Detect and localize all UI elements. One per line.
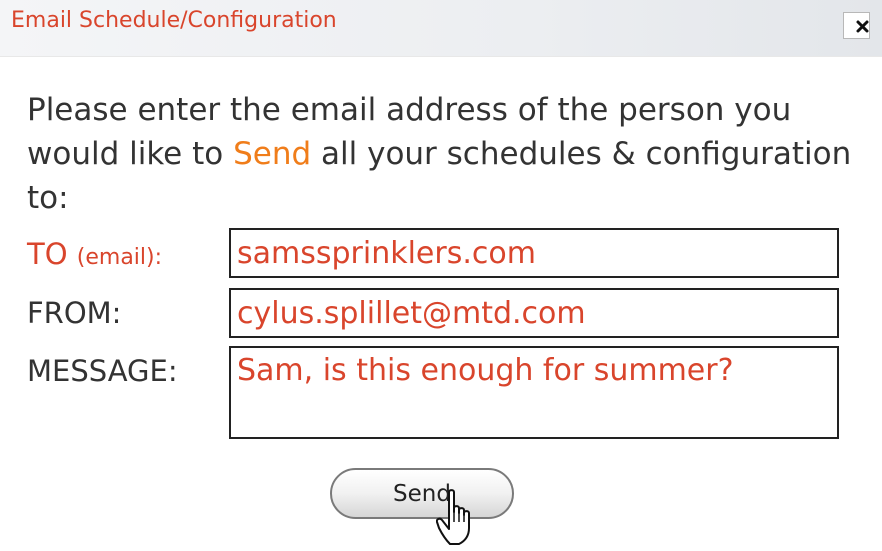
to-email-input[interactable]: [229, 228, 839, 278]
instructions-highlight: Send: [233, 136, 312, 172]
dialog-titlebar: Email Schedule/Configuration: [0, 0, 882, 57]
message-label: MESSAGE:: [27, 354, 178, 388]
email-dialog: Email Schedule/Configuration Please ente…: [0, 0, 882, 551]
dialog-title: Email Schedule/Configuration: [11, 8, 337, 33]
to-label-sub: (email):: [76, 245, 163, 270]
to-label-main: TO: [27, 237, 68, 271]
close-button[interactable]: [843, 12, 870, 39]
from-label: FROM:: [27, 296, 122, 330]
close-icon: [850, 14, 869, 39]
instructions-text: Please enter the email address of the pe…: [27, 88, 857, 220]
to-label: TO (email):: [27, 237, 162, 271]
from-email-input[interactable]: [229, 288, 839, 338]
send-button[interactable]: Send: [330, 468, 514, 519]
message-textarea[interactable]: Sam, is this enough for summer?: [229, 346, 839, 439]
